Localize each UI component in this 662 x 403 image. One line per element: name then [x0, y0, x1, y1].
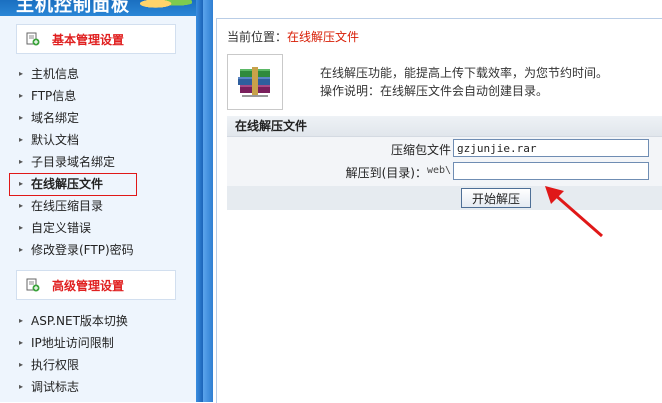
sidebar-item-domain-binding[interactable]: ▸ 域名绑定 — [0, 107, 196, 129]
bullet-icon: ▸ — [19, 316, 24, 325]
sidebar-item-online-compress[interactable]: ▸ 在线压缩目录 — [0, 195, 196, 217]
panel-title: 在线解压文件 — [227, 116, 662, 137]
archive-row: 压缩包文件： * — [227, 138, 662, 160]
bullet-icon: ▸ — [19, 91, 24, 100]
sidebar-item-aspnet-version[interactable]: ▸ ASP.NET版本切换 — [0, 310, 196, 332]
sidebar: 基本管理设置 ▸ 主机信息 ▸ FTP信息 ▸ 域名绑定 ▸ 默认文档 ▸ 子目录域名绑定… — [0, 16, 196, 402]
description-line: 在线解压功能，能提高上传下载效率，为您节约时间。 — [320, 66, 609, 80]
app-title: 主机控制面板 — [16, 0, 130, 16]
sidebar-item-ip-restriction[interactable]: ▸ IP地址访问限制 — [0, 332, 196, 354]
basic-settings-menu: ▸ 主机信息 ▸ FTP信息 ▸ 域名绑定 ▸ 默认文档 ▸ 子目录域名绑定 ▸ 在线解压文… — [0, 63, 196, 261]
logo-icon — [140, 0, 192, 10]
bullet-icon: ▸ — [19, 157, 24, 166]
bullet-icon: ▸ — [19, 245, 24, 254]
top-banner: 主机控制面板 — [0, 0, 203, 16]
red-arrow-annotation — [545, 186, 603, 238]
frame-divider — [203, 0, 213, 402]
bullet-icon: ▸ — [19, 113, 24, 122]
arrow-shaft — [553, 192, 603, 238]
description: 在线解压功能，能提高上传下载效率，为您节约时间。 操作说明：在线解压文件会自动创… — [320, 64, 608, 100]
section-title: 高级管理设置 — [52, 278, 125, 293]
bullet-icon: ▸ — [19, 382, 24, 391]
breadcrumb-current: 在线解压文件 — [287, 30, 360, 44]
sidebar-item-custom-errors[interactable]: ▸ 自定义错误 — [0, 217, 196, 239]
section-advanced-settings[interactable]: 高级管理设置 — [16, 270, 176, 300]
bullet-icon: ▸ — [19, 69, 24, 78]
settings-doc-icon — [26, 278, 40, 292]
extract-dir-label: 解压到(目录)： — [345, 166, 427, 180]
start-extract-button[interactable]: 开始解压 — [461, 188, 531, 208]
sidebar-item-host-info[interactable]: ▸ 主机信息 — [0, 63, 196, 85]
sidebar-item-debug-flag[interactable]: ▸ 调试标志 — [0, 376, 196, 398]
sidebar-item-online-extract[interactable]: ▸ 在线解压文件 — [0, 173, 196, 196]
bullet-icon: ▸ — [19, 360, 24, 369]
sidebar-border — [196, 0, 203, 402]
settings-doc-icon — [26, 32, 40, 46]
section-basic-settings[interactable]: 基本管理设置 — [16, 24, 176, 54]
breadcrumb: 当前位置：在线解压文件 — [227, 30, 360, 44]
bullet-icon: ▸ — [19, 201, 24, 210]
bullet-icon: ▸ — [19, 135, 24, 144]
bullet-icon: ▸ — [19, 338, 24, 347]
sidebar-item-default-document[interactable]: ▸ 默认文档 — [0, 129, 196, 151]
sidebar-item-change-password[interactable]: ▸ 修改登录(FTP)密码 — [0, 239, 196, 261]
bullet-icon: ▸ — [19, 179, 24, 188]
bullet-icon: ▸ — [19, 223, 24, 232]
winrar-books-icon — [227, 54, 283, 110]
sidebar-item-subdir-domain[interactable]: ▸ 子目录域名绑定 — [0, 151, 196, 173]
extract-dir-input[interactable] — [453, 162, 649, 180]
archive-file-input[interactable] — [453, 139, 649, 157]
extract-dir-prefix: web\ — [427, 165, 452, 176]
advanced-settings-menu: ▸ ASP.NET版本切换 ▸ IP地址访问限制 ▸ 执行权限 ▸ 调试标志 — [0, 310, 196, 398]
sidebar-item-exec-permissions[interactable]: ▸ 执行权限 — [0, 354, 196, 376]
section-title: 基本管理设置 — [52, 32, 125, 47]
description-line: 操作说明：在线解压文件会自动创建目录。 — [320, 84, 549, 98]
sidebar-item-ftp-info[interactable]: ▸ FTP信息 — [0, 85, 196, 107]
